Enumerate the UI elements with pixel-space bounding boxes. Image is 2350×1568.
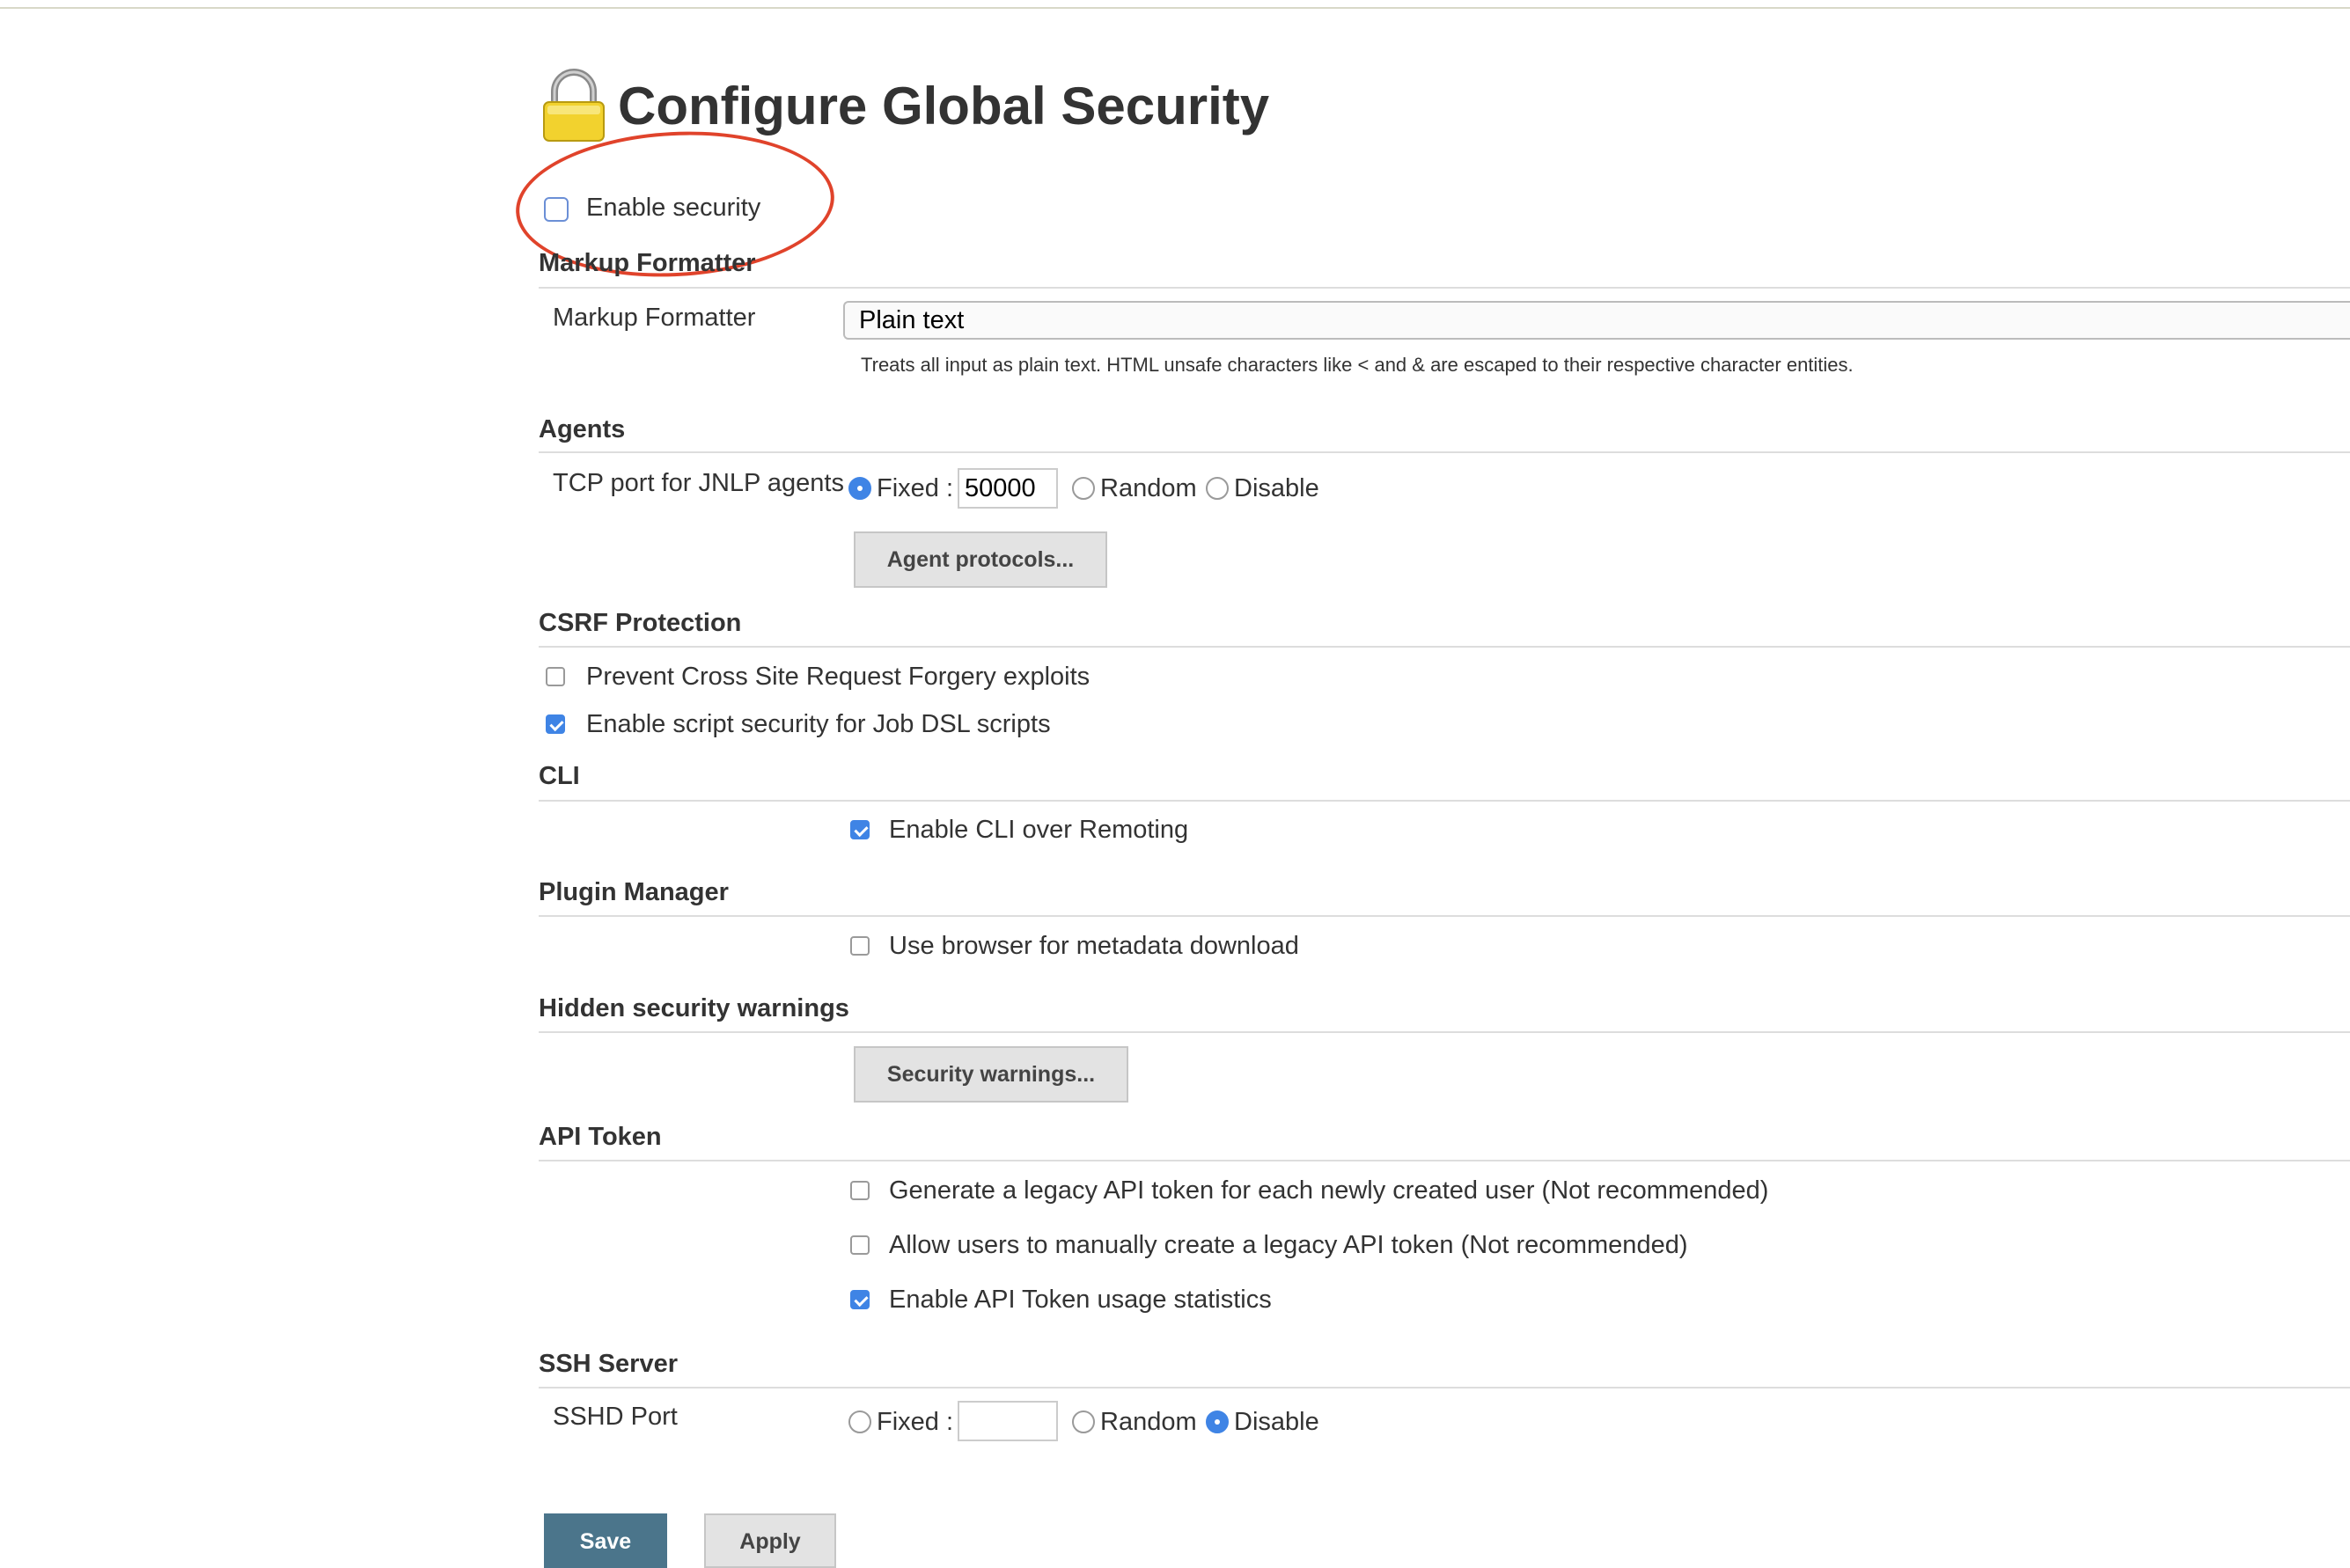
section-divider — [539, 287, 2350, 289]
legacy-token-manual-label: Allow users to manually create a legacy … — [889, 1231, 1688, 1259]
sshd-port-label: SSHD Port — [553, 1403, 678, 1431]
markup-formatter-select[interactable]: Plain text — [843, 301, 2350, 340]
top-border — [0, 0, 2350, 9]
section-cli: CLI — [539, 762, 580, 790]
section-markup-formatter: Markup Formatter — [539, 249, 756, 277]
section-csrf: CSRF Protection — [539, 609, 742, 637]
sshd-port-input[interactable] — [958, 1401, 1058, 1441]
jnlp-disable-radio[interactable] — [1206, 477, 1229, 500]
section-hidden-warnings: Hidden security warnings — [539, 994, 849, 1022]
browser-metadata-label: Use browser for metadata download — [889, 932, 1299, 960]
sshd-random-radio[interactable] — [1072, 1410, 1095, 1433]
sshd-disable-label: Disable — [1234, 1408, 1319, 1436]
section-agents: Agents — [539, 415, 626, 443]
section-divider — [539, 646, 2350, 648]
section-divider — [539, 915, 2350, 917]
section-plugin-manager: Plugin Manager — [539, 878, 729, 906]
jnlp-disable-label: Disable — [1234, 474, 1319, 502]
browser-metadata-checkbox[interactable] — [850, 936, 870, 956]
token-usage-stats-label: Enable API Token usage statistics — [889, 1286, 1272, 1314]
cli-remoting-checkbox[interactable] — [850, 820, 870, 839]
legacy-token-new-user-checkbox[interactable] — [850, 1181, 870, 1200]
token-usage-stats-checkbox[interactable] — [850, 1290, 870, 1309]
legacy-token-manual-checkbox[interactable] — [850, 1235, 870, 1255]
cli-remoting-label: Enable CLI over Remoting — [889, 816, 1189, 844]
section-divider — [539, 1031, 2350, 1033]
jnlp-random-label: Random — [1100, 474, 1197, 502]
sshd-disable-radio[interactable] — [1206, 1410, 1229, 1433]
csrf-label: Prevent Cross Site Request Forgery explo… — [586, 663, 1091, 691]
section-ssh-server: SSH Server — [539, 1350, 678, 1378]
apply-button[interactable]: Apply — [704, 1513, 836, 1568]
jnlp-random-radio[interactable] — [1072, 477, 1095, 500]
save-button[interactable]: Save — [544, 1513, 667, 1568]
section-divider — [539, 451, 2350, 453]
sshd-fixed-label: Fixed : — [877, 1408, 954, 1436]
security-warnings-button[interactable]: Security warnings... — [854, 1046, 1128, 1103]
section-divider — [539, 800, 2350, 802]
jnlp-port-input[interactable] — [958, 468, 1058, 509]
legacy-token-new-user-label: Generate a legacy API token for each new… — [889, 1176, 1769, 1205]
job-dsl-script-security-label: Enable script security for Job DSL scrip… — [586, 710, 1051, 738]
jnlp-fixed-label: Fixed : — [877, 474, 954, 502]
sshd-fixed-radio[interactable] — [848, 1410, 871, 1433]
markup-formatter-label: Markup Formatter — [553, 304, 756, 332]
page-title: Configure Global Security — [618, 77, 1270, 136]
sshd-random-label: Random — [1100, 1408, 1197, 1436]
lock-icon — [543, 69, 605, 142]
agent-protocols-button[interactable]: Agent protocols... — [854, 531, 1107, 588]
jnlp-fixed-radio[interactable] — [848, 477, 871, 500]
section-divider — [539, 1387, 2350, 1388]
job-dsl-script-security-checkbox[interactable] — [546, 714, 565, 734]
section-divider — [539, 1160, 2350, 1161]
markup-formatter-help: Treats all input as plain text. HTML uns… — [861, 354, 1854, 376]
csrf-checkbox[interactable] — [546, 667, 565, 686]
section-api-token: API Token — [539, 1123, 662, 1151]
jnlp-port-label: TCP port for JNLP agents — [553, 469, 844, 497]
